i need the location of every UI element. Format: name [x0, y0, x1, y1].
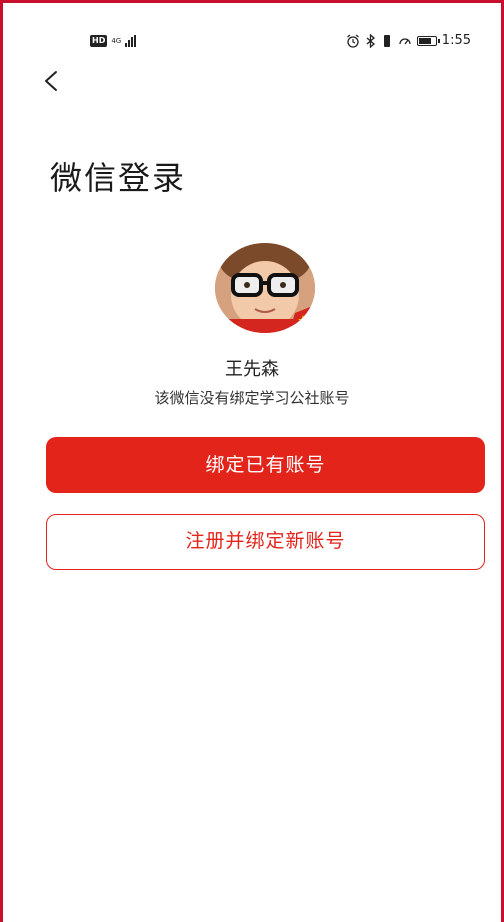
register-new-account-button[interactable]: 注册并绑定新账号: [46, 514, 485, 570]
user-name: 王先森: [225, 359, 279, 380]
bluetooth-icon: [366, 33, 375, 48]
data-saver-icon: [399, 37, 411, 44]
app-frame: HD 4G 1:55 微信登录 王先森 该微信没有绑定学习公社账号 绑定已有账号…: [0, 0, 504, 922]
vibrate-icon: [383, 34, 390, 47]
network-type: 4G: [111, 36, 122, 45]
status-right: 1:55: [346, 33, 471, 48]
status-left: HD 4G: [90, 35, 137, 47]
bind-existing-account-button[interactable]: 绑定已有账号: [46, 437, 485, 493]
battery-level: [418, 37, 431, 44]
status-bar: HD 4G 1:55: [3, 33, 501, 55]
avatar: [215, 243, 315, 333]
hd-badge: HD: [90, 35, 108, 47]
alarm-icon: [346, 34, 359, 48]
chevron-left-icon: [45, 71, 57, 91]
signal-icon: [125, 35, 137, 47]
status-time: 1:55: [441, 33, 471, 48]
network-label: 4G: [111, 36, 122, 45]
battery-icon: [416, 35, 440, 46]
back-button[interactable]: [41, 69, 71, 99]
page-title: 微信登录: [50, 159, 187, 197]
bind-hint: 该微信没有绑定学习公社账号: [154, 389, 350, 407]
avatar-image: [215, 243, 315, 333]
